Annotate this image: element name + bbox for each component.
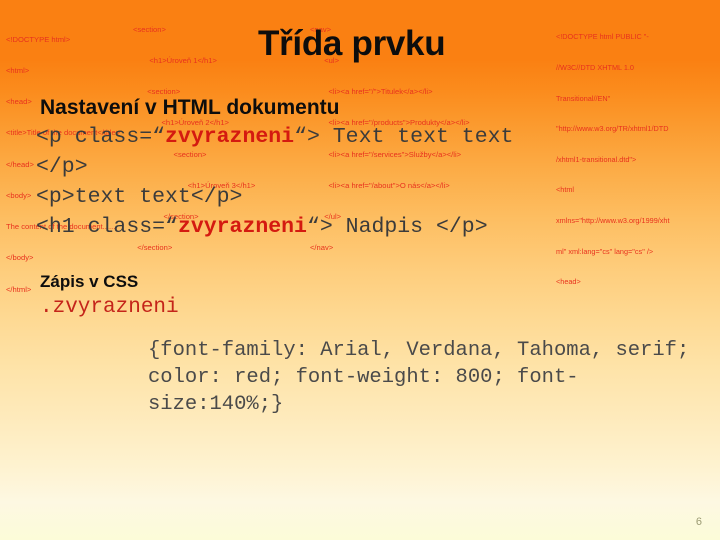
slide: <!DOCTYPE html> <html> <head> <title>Tit… [0, 0, 720, 540]
code-text: <p>text text</p> [36, 185, 243, 209]
html-code-block: <p class=“zvyrazneni“> Text text text </… [36, 122, 708, 242]
code-text: <p class=“ [36, 125, 166, 149]
code-line: Transitional//EN" [556, 93, 611, 103]
code-line: //W3C//DTD XHTML 1.0 [556, 63, 634, 73]
class-name-highlight: zvyrazneni [177, 215, 307, 239]
code-text: <h1 class=“ [36, 215, 178, 239]
code-line: <head> [556, 277, 581, 287]
class-name-highlight: zvyrazneni [165, 125, 295, 149]
code-line: </section> [133, 243, 173, 253]
section-heading-html: Nastavení v HTML dokumentu [40, 96, 340, 119]
code-line: <!DOCTYPE html> [6, 34, 71, 44]
page-title: Třída prvku [258, 24, 446, 63]
css-declaration-block: {font-family: Arial, Verdana, Tahoma, se… [148, 339, 702, 416]
code-line: <html> [6, 66, 30, 76]
css-selector: .zvyrazneni [40, 296, 179, 319]
code-line: <!DOCTYPE html PUBLIC "- [556, 32, 649, 42]
code-line: </nav> [310, 243, 334, 253]
code-line: </body> [6, 253, 34, 263]
page-number: 6 [695, 516, 702, 528]
section-heading-css: Zápis v CSS [40, 272, 139, 291]
code-line: <h1>Úroveň 1</h1> [143, 56, 217, 66]
code-line: <section> [133, 24, 166, 34]
code-text: “> Nadpis </p> [306, 215, 488, 239]
code-line: ml" xml:lang="cs" lang="cs" /> [556, 246, 654, 256]
